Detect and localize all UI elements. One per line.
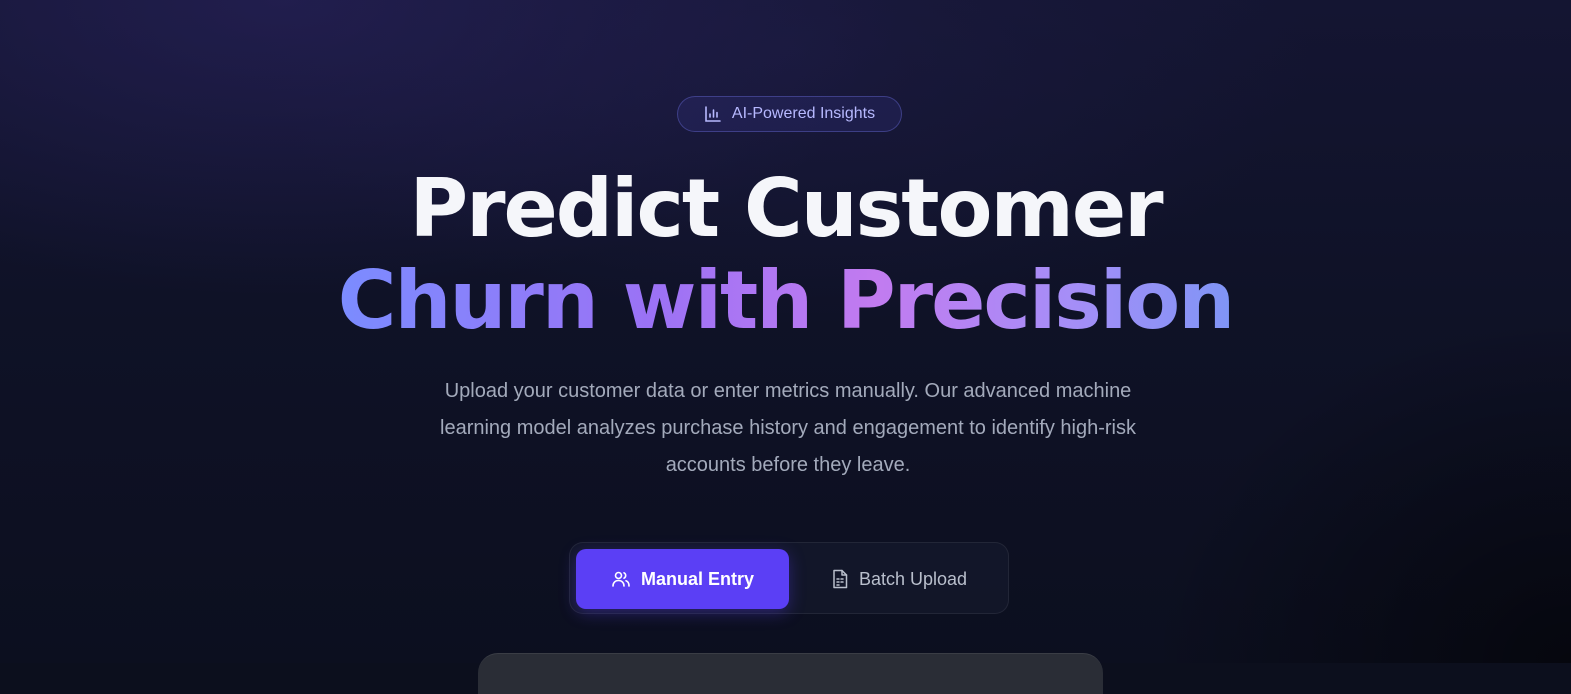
file-sheet-icon [831,569,849,589]
subtitle-line-3: accounts before they leave. [665,454,911,476]
subtitle-line-1: Upload your customer data or enter metri… [444,380,1132,402]
hero-section: AI-Powered Insights Predict Customer Chu… [0,0,1571,694]
users-icon [611,569,631,589]
subtitle-line-2: learning model analyzes purchase history… [440,417,1136,439]
manual-entry-tab[interactable]: Manual Entry [576,549,789,609]
entry-form-card [478,653,1103,694]
manual-entry-label: Manual Entry [640,568,755,589]
batch-upload-tab[interactable]: Batch Upload [795,549,1003,609]
batch-upload-label: Batch Upload [858,568,968,589]
entry-mode-toggle: Manual Entry Batch Upload [569,542,1009,614]
hero-title-line-1: Predict Customer [409,162,1163,255]
hero-title-line-2: Churn with Precision [0,256,1571,346]
hero-title-gradient-text: Churn with Precision [337,254,1235,347]
hero-subtitle: Upload your customer data or enter metri… [375,373,1201,484]
badge-label: AI-Powered Insights [731,105,876,122]
bar-chart-icon [704,105,722,123]
ai-insights-badge: AI-Powered Insights [677,96,902,132]
